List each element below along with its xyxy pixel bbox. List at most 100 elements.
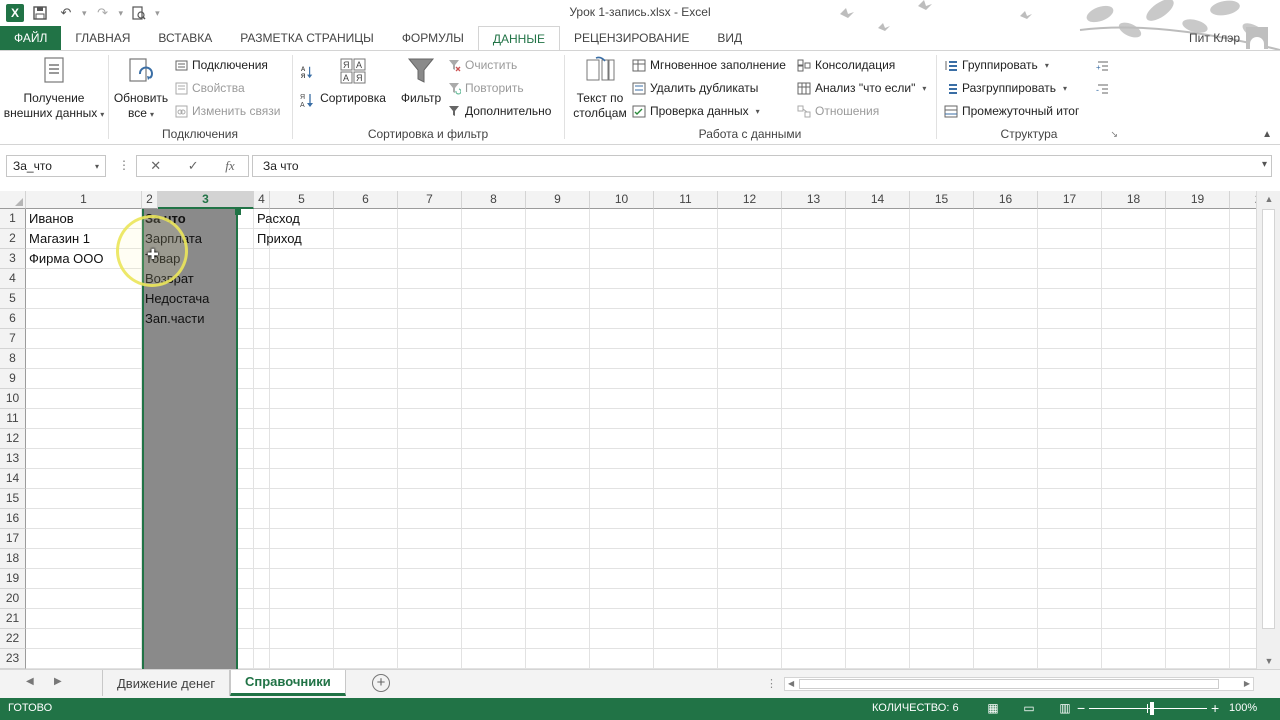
sheet-prev-icon[interactable]: ◀ (26, 676, 34, 687)
row-header-10[interactable]: 10 (0, 389, 26, 409)
connections-button[interactable]: Подключения (174, 58, 268, 72)
outline-dialog-launcher-icon[interactable]: ↘ (1110, 129, 1118, 140)
row-header-21[interactable]: 21 (0, 609, 26, 629)
tab-view[interactable]: ВИД (703, 26, 756, 50)
vertical-scroll-thumb[interactable] (1262, 209, 1275, 629)
flash-fill-button[interactable]: Мгновенное заполнение (632, 58, 786, 72)
row-header-4[interactable]: 4 (0, 269, 26, 289)
sheet-tab-money-flow[interactable]: Движение денег (102, 670, 231, 696)
cell-e2[interactable]: Приход (254, 229, 318, 249)
scroll-left-icon[interactable]: ◀ (788, 678, 794, 690)
scroll-down-icon[interactable]: ▼ (1257, 653, 1280, 669)
row-header-13[interactable]: 13 (0, 449, 26, 469)
row-header-11[interactable]: 11 (0, 409, 26, 429)
remove-duplicates-button[interactable]: Удалить дубликаты (632, 81, 758, 95)
what-if-analysis-button[interactable]: Анализ "что если" ▾ (797, 81, 926, 95)
relationships-button[interactable]: Отношения (797, 104, 879, 118)
row-header-14[interactable]: 14 (0, 469, 26, 489)
column-header-13[interactable]: 13 (782, 191, 846, 209)
consolidate-button[interactable]: Консолидация (797, 58, 895, 72)
column-header-9[interactable]: 9 (526, 191, 590, 209)
get-external-data-button[interactable]: Получение внешних данных ▾ (2, 55, 106, 122)
tab-splitter-icon[interactable]: ⋮ (766, 677, 777, 690)
formula-bar-grip-icon[interactable]: ⋮ (118, 158, 130, 172)
column-header-11[interactable]: 11 (654, 191, 718, 209)
column-header-19[interactable]: 19 (1166, 191, 1230, 209)
refresh-all-button[interactable]: Обновить все ▾ (112, 55, 170, 122)
cell-a1[interactable]: Иванов (26, 209, 126, 229)
tab-home[interactable]: ГЛАВНАЯ (61, 26, 144, 50)
page-break-view-icon[interactable]: ▥ (1056, 701, 1074, 716)
avatar[interactable] (1246, 27, 1268, 49)
cell-e1[interactable]: Расход (254, 209, 318, 229)
ungroup-dropdown-icon[interactable]: ▾ (1063, 84, 1067, 93)
insert-function-icon[interactable]: fx (225, 158, 234, 174)
normal-view-icon[interactable]: ▦ (984, 701, 1002, 716)
enter-icon[interactable]: ✓ (188, 158, 199, 174)
reapply-filter-button[interactable]: Повторить (447, 81, 524, 95)
row-header-22[interactable]: 22 (0, 629, 26, 649)
zoom-slider-knob[interactable] (1150, 702, 1154, 715)
zoom-out-icon[interactable]: − (1077, 700, 1085, 716)
filter-button[interactable]: Фильтр (396, 55, 446, 106)
column-header-10[interactable]: 10 (590, 191, 654, 209)
column-header-4[interactable]: 4 (254, 191, 270, 209)
horizontal-scroll-thumb[interactable] (799, 679, 1219, 689)
new-sheet-icon[interactable]: + (372, 674, 390, 692)
row-header-5[interactable]: 5 (0, 289, 26, 309)
column-header-14[interactable]: 14 (846, 191, 910, 209)
scroll-up-icon[interactable]: ▲ (1257, 191, 1280, 207)
cell-a3[interactable]: Фирма ООО (26, 249, 126, 269)
hide-detail-button[interactable]: - (1096, 81, 1110, 95)
row-header-18[interactable]: 18 (0, 549, 26, 569)
data-validation-button[interactable]: Проверка данных ▾ (632, 104, 760, 118)
zoom-in-icon[interactable]: + (1211, 700, 1219, 716)
vertical-scrollbar[interactable]: ▲ ▼ (1256, 191, 1280, 669)
column-header-5[interactable]: 5 (270, 191, 334, 209)
row-header-16[interactable]: 16 (0, 509, 26, 529)
page-layout-view-icon[interactable]: ▭ (1020, 701, 1038, 716)
group-dropdown-icon[interactable]: ▾ (1045, 61, 1049, 70)
name-box-dropdown-icon[interactable]: ▾ (95, 162, 99, 171)
row-header-8[interactable]: 8 (0, 349, 26, 369)
show-detail-button[interactable]: + (1096, 58, 1110, 72)
row-header-2[interactable]: 2 (0, 229, 26, 249)
cell-c5[interactable]: Недостача (142, 289, 236, 309)
cancel-icon[interactable]: ✕ (150, 158, 161, 174)
column-header-3[interactable]: 3 (158, 191, 254, 209)
row-header-1[interactable]: 1 (0, 209, 26, 229)
formula-input[interactable]: За что ▾ (252, 155, 1272, 177)
scroll-right-icon[interactable]: ▶ (1244, 678, 1250, 690)
text-to-columns-button[interactable]: Текст по столбцам (568, 55, 632, 121)
row-header-9[interactable]: 9 (0, 369, 26, 389)
cell-a2[interactable]: Магазин 1 (26, 229, 126, 249)
what-if-dropdown-icon[interactable]: ▾ (922, 84, 926, 93)
sort-button[interactable]: ЯAAЯ Сортировка (318, 55, 388, 106)
column-header-6[interactable]: 6 (334, 191, 398, 209)
column-header-16[interactable]: 16 (974, 191, 1038, 209)
column-header-15[interactable]: 15 (910, 191, 974, 209)
edit-links-button[interactable]: Изменить связи (174, 104, 280, 118)
row-header-15[interactable]: 15 (0, 489, 26, 509)
advanced-filter-button[interactable]: Дополнительно (447, 104, 551, 118)
column-header-8[interactable]: 8 (462, 191, 526, 209)
tab-review[interactable]: РЕЦЕНЗИРОВАНИЕ (560, 26, 703, 50)
tab-page-layout[interactable]: РАЗМЕТКА СТРАНИЦЫ (226, 26, 388, 50)
column-header-18[interactable]: 18 (1102, 191, 1166, 209)
zoom-slider[interactable] (1089, 708, 1207, 709)
column-header-7[interactable]: 7 (398, 191, 462, 209)
column-header-17[interactable]: 17 (1038, 191, 1102, 209)
row-header-19[interactable]: 19 (0, 569, 26, 589)
column-header-12[interactable]: 12 (718, 191, 782, 209)
subtotal-button[interactable]: Промежуточный итог (944, 104, 1079, 118)
row-header-6[interactable]: 6 (0, 309, 26, 329)
sort-ascending-button[interactable]: AЯ (300, 65, 314, 79)
user-account[interactable]: Пит Клэр (1189, 27, 1268, 49)
data-validation-dropdown-icon[interactable]: ▾ (756, 107, 760, 116)
collapse-ribbon-icon[interactable]: ▲ (1262, 129, 1272, 140)
properties-button[interactable]: Свойства (174, 81, 245, 95)
tab-data[interactable]: ДАННЫЕ (477, 26, 560, 51)
sheet-next-icon[interactable]: ▶ (54, 676, 62, 687)
sheet-tab-references[interactable]: Справочники (230, 670, 346, 696)
column-header-1[interactable]: 1 (26, 191, 142, 209)
